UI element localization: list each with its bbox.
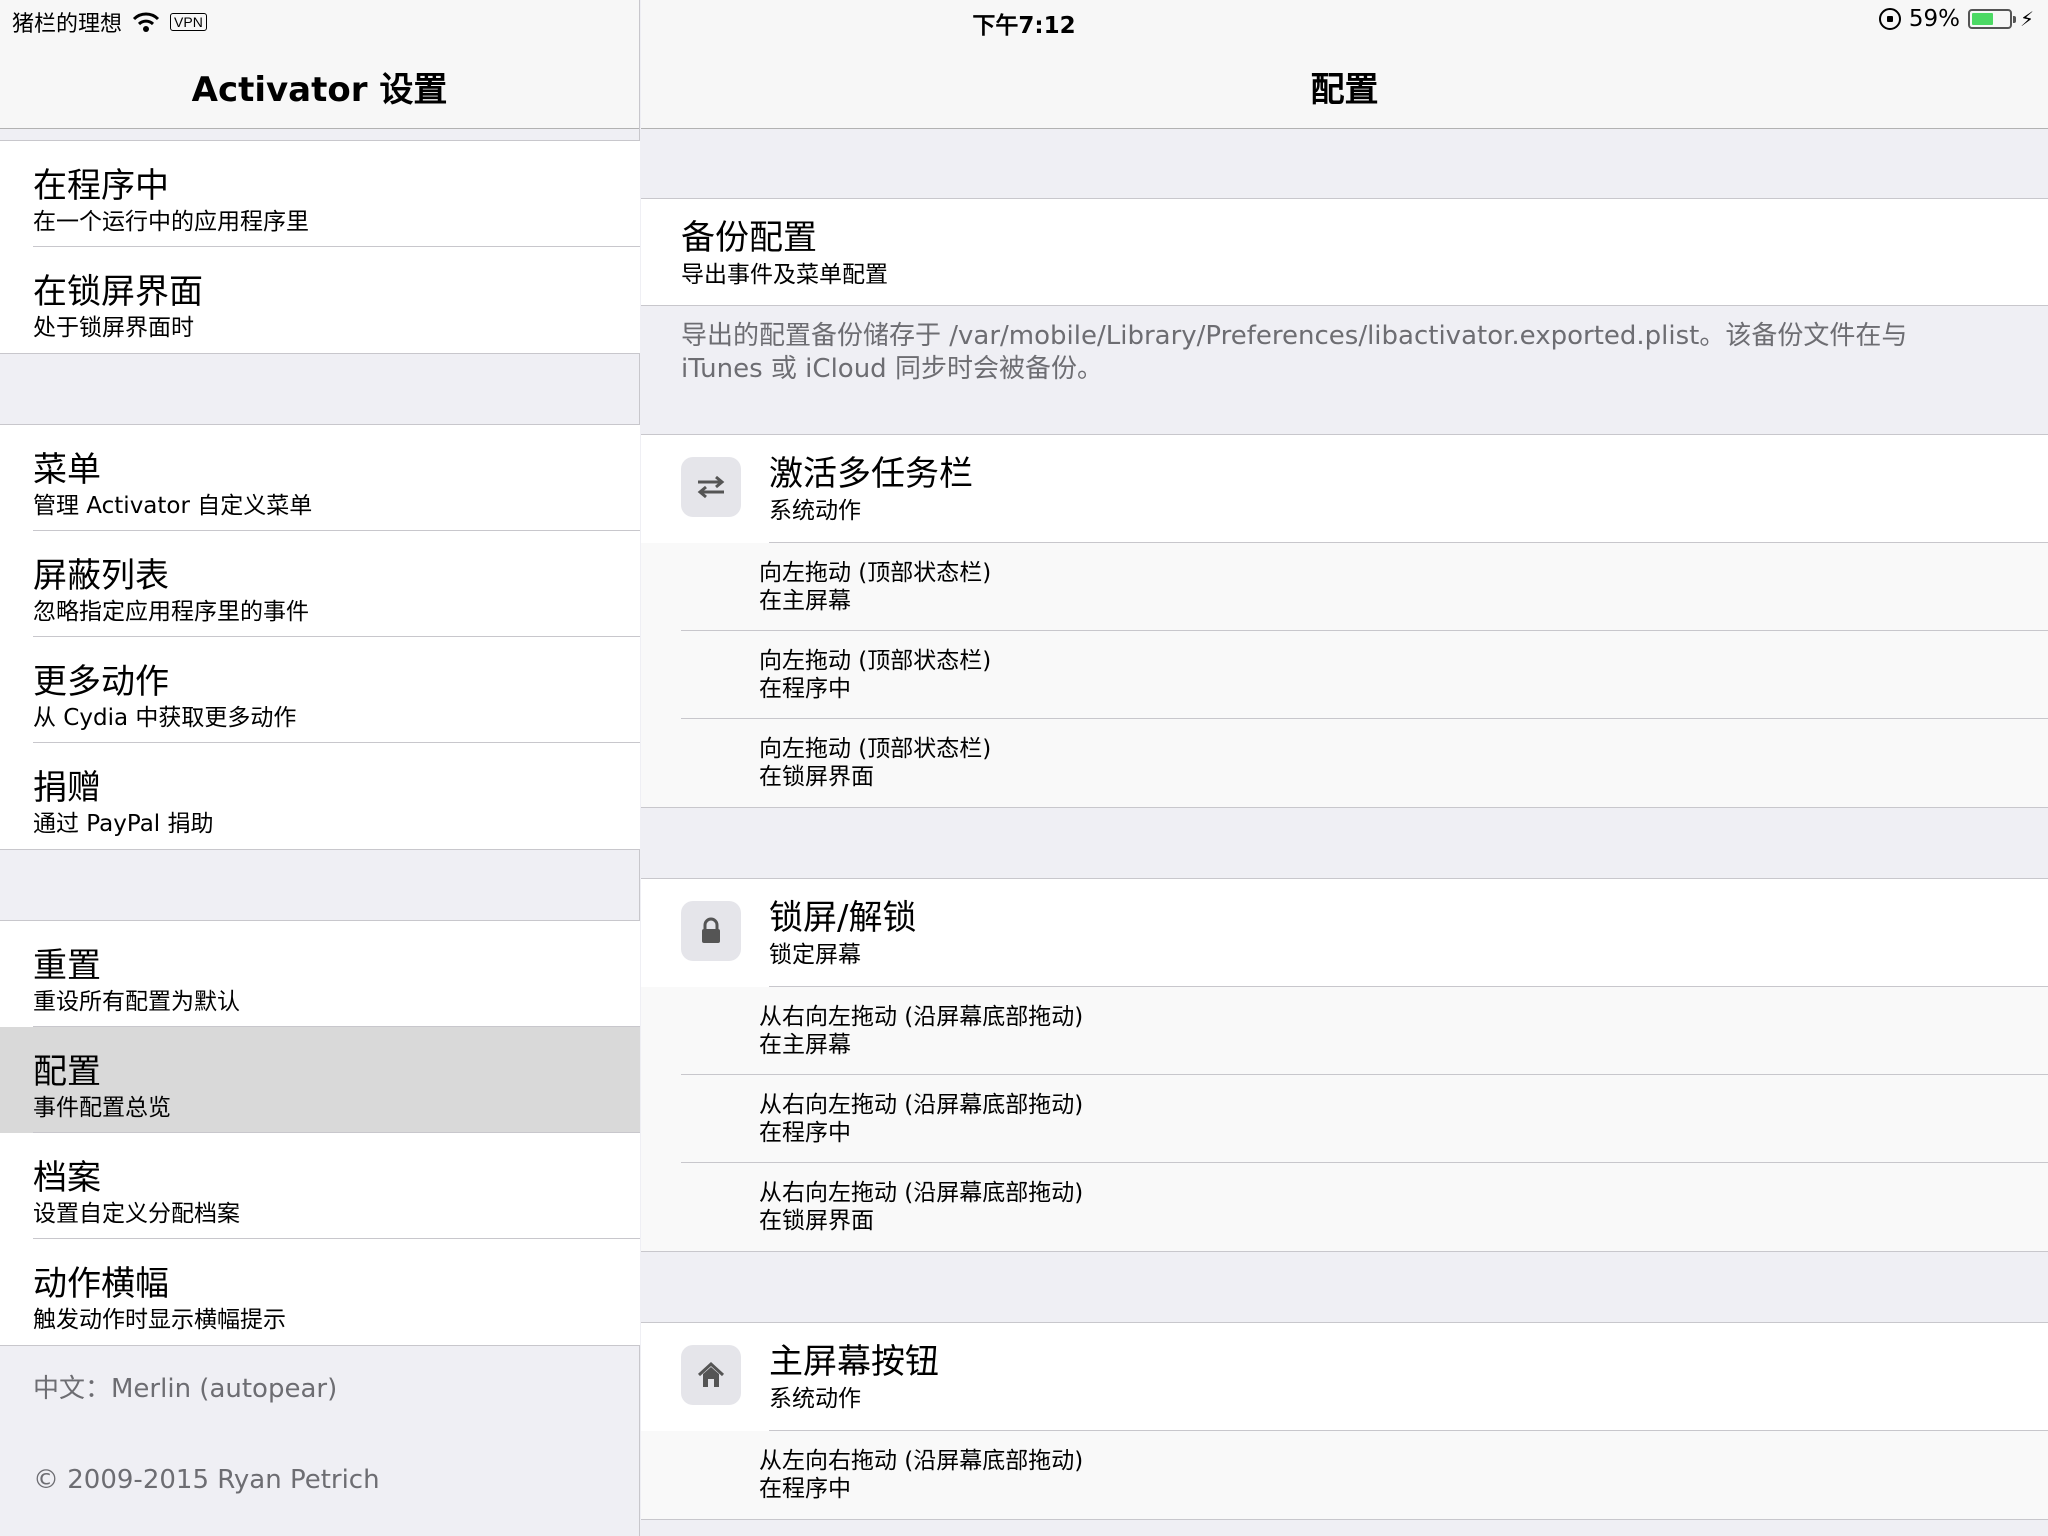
item-title: 在程序中 <box>33 166 169 206</box>
lock-icon <box>681 901 741 961</box>
rotation-lock-icon <box>1878 8 1901 30</box>
settings-item-profiles[interactable]: 档案 设置自定义分配档案 <box>0 1133 640 1239</box>
action-group-lock: 锁屏/解锁 锁定屏幕 从右向左拖动 (沿屏幕底部拖动) 在主屏幕 从右向左拖动 … <box>641 878 2048 1252</box>
event-title: 向左拖动 (顶部状态栏) <box>759 648 992 674</box>
battery-percent: 59% <box>1908 6 1960 32</box>
action-title: 锁屏/解锁 <box>769 898 917 938</box>
detail-title: 配置 <box>1310 70 1379 110</box>
action-header[interactable]: 激活多任务栏 系统动作 <box>641 435 2048 543</box>
event-title: 从右向左拖动 (沿屏幕底部拖动) <box>759 1180 1084 1206</box>
item-subtitle: 在一个运行中的应用程序里 <box>33 209 309 235</box>
status-bar: 猪栏的理想 VPN 下午7:12 59% ⚡ <box>0 0 2048 40</box>
master-list[interactable]: 在程序中 在一个运行中的应用程序里 在锁屏界面 处于锁屏界面时 菜单 管理 Ac… <box>0 130 640 1495</box>
item-subtitle: 通过 PayPal 捐助 <box>33 811 214 837</box>
backup-config-row[interactable]: 备份配置 导出事件及菜单配置 <box>641 199 2048 305</box>
item-subtitle: 设置自定义分配档案 <box>33 1201 240 1227</box>
settings-item-blacklist[interactable]: 屏蔽列表 忽略指定应用程序里的事件 <box>0 531 640 637</box>
item-subtitle: 忽略指定应用程序里的事件 <box>33 599 309 625</box>
item-subtitle: 触发动作时显示横幅提示 <box>33 1307 286 1333</box>
switcher-arrows-icon <box>681 457 741 517</box>
item-title: 菜单 <box>33 450 101 490</box>
backup-footer-note: 导出的配置备份储存于 /var/mobile/Library/Preferenc… <box>681 321 1908 384</box>
backup-title: 备份配置 <box>681 218 817 258</box>
master-panel: Activator 设置 在程序中 在一个运行中的应用程序里 在锁屏界面 处于锁… <box>0 0 640 1536</box>
event-subtitle: 在锁屏界面 <box>759 764 874 790</box>
action-group-home: 主屏幕按钮 系统动作 从左向右拖动 (沿屏幕底部拖动) 在程序中 <box>641 1322 2048 1520</box>
settings-item-lockscreen[interactable]: 在锁屏界面 处于锁屏界面时 <box>0 247 640 353</box>
action-title: 激活多任务栏 <box>769 454 973 494</box>
event-subtitle: 在锁屏界面 <box>759 1208 874 1234</box>
event-title: 向左拖动 (顶部状态栏) <box>759 560 992 586</box>
action-header[interactable]: 主屏幕按钮 系统动作 <box>641 1323 2048 1431</box>
battery-icon <box>1967 9 2016 29</box>
copyright: © 2009-2015 Ryan Petrich <box>33 1465 380 1495</box>
charging-icon: ⚡ <box>2019 7 2034 31</box>
item-title: 配置 <box>33 1052 101 1092</box>
event-title: 向左拖动 (顶部状态栏) <box>759 736 992 762</box>
event-row[interactable]: 向左拖动 (顶部状态栏) 在程序中 <box>641 631 2048 719</box>
event-row[interactable]: 从右向左拖动 (沿屏幕底部拖动) 在锁屏界面 <box>641 1163 2048 1251</box>
home-icon <box>681 1345 741 1405</box>
action-header[interactable]: 锁屏/解锁 锁定屏幕 <box>641 879 2048 987</box>
event-subtitle: 在主屏幕 <box>759 1032 851 1058</box>
item-subtitle: 事件配置总览 <box>33 1095 171 1121</box>
event-row[interactable]: 从左向右拖动 (沿屏幕底部拖动) 在程序中 <box>641 1431 2048 1519</box>
action-title: 主屏幕按钮 <box>769 1342 939 1382</box>
event-title: 从右向左拖动 (沿屏幕底部拖动) <box>759 1092 1084 1118</box>
settings-item-in-app[interactable]: 在程序中 在一个运行中的应用程序里 <box>0 141 640 247</box>
item-subtitle: 管理 Activator 自定义菜单 <box>33 493 313 519</box>
item-title: 重置 <box>33 946 101 986</box>
event-row[interactable]: 向左拖动 (顶部状态栏) 在主屏幕 <box>641 543 2048 631</box>
event-title: 从左向右拖动 (沿屏幕底部拖动) <box>759 1448 1084 1474</box>
action-subtitle: 锁定屏幕 <box>769 942 861 968</box>
item-subtitle: 处于锁屏界面时 <box>33 315 194 341</box>
item-title: 更多动作 <box>33 662 169 702</box>
translator-credit: 中文：Merlin (autopear) <box>33 1374 338 1404</box>
detail-panel: 配置 备份配置 导出事件及菜单配置 导出的配置备份储存于 /var/mobile… <box>641 0 2048 1536</box>
event-subtitle: 在主屏幕 <box>759 588 851 614</box>
settings-item-menus[interactable]: 菜单 管理 Activator 自定义菜单 <box>0 425 640 531</box>
clock: 下午7:12 <box>972 13 1076 39</box>
settings-item-config[interactable]: 配置 事件配置总览 <box>0 1027 640 1133</box>
item-title: 动作横幅 <box>33 1264 169 1304</box>
settings-item-reset[interactable]: 重置 重设所有配置为默认 <box>0 921 640 1027</box>
action-subtitle: 系统动作 <box>769 1386 861 1412</box>
backup-group: 备份配置 导出事件及菜单配置 <box>641 198 2048 306</box>
action-subtitle: 系统动作 <box>769 498 861 524</box>
settings-group-1: 在程序中 在一个运行中的应用程序里 在锁屏界面 处于锁屏界面时 <box>0 140 640 354</box>
event-row[interactable]: 向左拖动 (顶部状态栏) 在锁屏界面 <box>641 719 2048 807</box>
item-title: 捐赠 <box>33 768 101 808</box>
settings-group-2: 菜单 管理 Activator 自定义菜单 屏蔽列表 忽略指定应用程序里的事件 … <box>0 424 640 850</box>
settings-item-donate[interactable]: 捐赠 通过 PayPal 捐助 <box>0 743 640 849</box>
item-subtitle: 重设所有配置为默认 <box>33 989 240 1015</box>
master-title: Activator 设置 <box>191 70 448 110</box>
settings-group-3: 重置 重设所有配置为默认 配置 事件配置总览 档案 设置自定义分配档案 动作横幅… <box>0 920 640 1346</box>
event-title: 从右向左拖动 (沿屏幕底部拖动) <box>759 1004 1084 1030</box>
event-row[interactable]: 从右向左拖动 (沿屏幕底部拖动) 在主屏幕 <box>641 987 2048 1075</box>
item-title: 在锁屏界面 <box>33 272 203 312</box>
item-subtitle: 从 Cydia 中获取更多动作 <box>33 705 297 731</box>
event-row[interactable]: 从右向左拖动 (沿屏幕底部拖动) 在程序中 <box>641 1075 2048 1163</box>
settings-item-banners[interactable]: 动作横幅 触发动作时显示横幅提示 <box>0 1239 640 1345</box>
detail-list[interactable]: 备份配置 导出事件及菜单配置 导出的配置备份储存于 /var/mobile/Li… <box>641 130 2048 1520</box>
settings-item-more-actions[interactable]: 更多动作 从 Cydia 中获取更多动作 <box>0 637 640 743</box>
backup-subtitle: 导出事件及菜单配置 <box>681 262 888 288</box>
action-group-switcher: 激活多任务栏 系统动作 向左拖动 (顶部状态栏) 在主屏幕 向左拖动 (顶部状态… <box>641 434 2048 808</box>
item-title: 屏蔽列表 <box>33 556 169 596</box>
event-subtitle: 在程序中 <box>759 1120 851 1146</box>
event-subtitle: 在程序中 <box>759 1476 851 1502</box>
item-title: 档案 <box>33 1158 101 1198</box>
event-subtitle: 在程序中 <box>759 676 851 702</box>
